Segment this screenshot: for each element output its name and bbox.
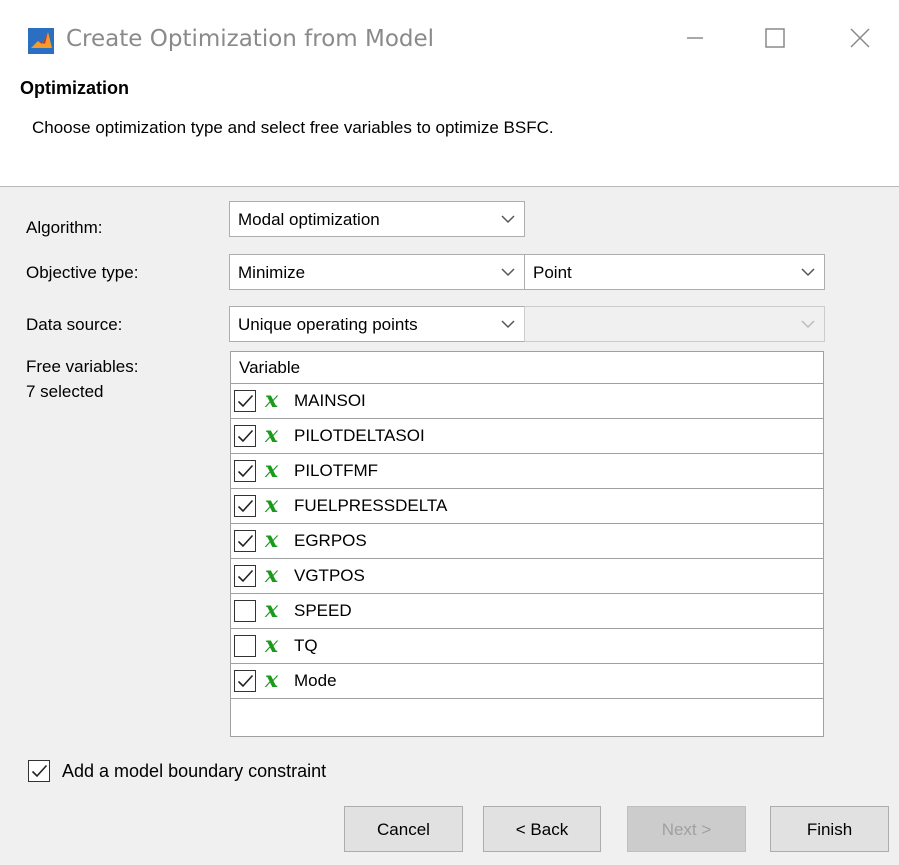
variable-checkbox[interactable] xyxy=(234,425,256,447)
dialog-window: Create Optimization from Model Optimizat… xyxy=(0,0,899,865)
chevron-down-icon xyxy=(801,268,815,277)
variable-x-icon: x xyxy=(265,632,279,658)
variable-x-icon: x xyxy=(265,422,279,448)
variable-checkbox[interactable] xyxy=(234,635,256,657)
variable-x-icon: x xyxy=(265,457,279,483)
table-row[interactable]: x SPEED xyxy=(231,594,823,629)
window-title: Create Optimization from Model xyxy=(66,26,435,52)
chevron-down-icon xyxy=(501,320,515,329)
table-body: x MAINSOI x PILOTDELTASOI x PILOTFMF x FUELPRES… xyxy=(231,384,823,699)
checkmark-icon xyxy=(237,534,254,548)
back-button[interactable]: < Back xyxy=(483,806,601,852)
wizard-header: Optimization Choose optimization type an… xyxy=(0,72,899,187)
title-bar: Create Optimization from Model xyxy=(0,0,899,72)
data-source-dropdown[interactable]: Unique operating points xyxy=(229,306,525,342)
objective-type-label: Objective type: xyxy=(26,263,139,282)
column-header-variable: Variable xyxy=(239,358,301,377)
table-row[interactable]: x FUELPRESSDELTA xyxy=(231,489,823,524)
free-variables-table[interactable]: Variable x MAINSOI x PILOTDELTASOI x PILOTFMF… xyxy=(230,351,824,737)
checkmark-icon xyxy=(237,429,254,443)
checkmark-icon xyxy=(237,499,254,513)
next-button: Next > xyxy=(627,806,746,852)
page-description: Choose optimization type and select free… xyxy=(32,118,554,137)
checkmark-icon xyxy=(237,674,254,688)
variable-name: MAINSOI xyxy=(294,391,366,410)
chevron-down-icon xyxy=(801,320,815,329)
algorithm-label: Algorithm: xyxy=(26,218,103,237)
table-row[interactable]: x Mode xyxy=(231,664,823,699)
table-row[interactable]: x VGTPOS xyxy=(231,559,823,594)
objective-type-dropdown[interactable]: Minimize xyxy=(229,254,525,290)
variable-checkbox[interactable] xyxy=(234,390,256,412)
variable-checkbox[interactable] xyxy=(234,460,256,482)
table-row[interactable]: x PILOTDELTASOI xyxy=(231,419,823,454)
variable-x-icon: x xyxy=(265,597,279,623)
variable-checkbox[interactable] xyxy=(234,600,256,622)
variable-checkbox[interactable] xyxy=(234,530,256,552)
close-icon[interactable] xyxy=(830,16,890,60)
variable-name: Mode xyxy=(294,671,337,690)
variable-checkbox[interactable] xyxy=(234,495,256,517)
data-source-value: Unique operating points xyxy=(238,315,418,334)
objective-scope-dropdown[interactable]: Point xyxy=(524,254,825,290)
checkmark-icon xyxy=(237,394,254,408)
cancel-button[interactable]: Cancel xyxy=(344,806,463,852)
chevron-down-icon xyxy=(501,268,515,277)
variable-name: VGTPOS xyxy=(294,566,365,585)
minimize-icon[interactable] xyxy=(665,16,725,60)
matlab-logo-icon xyxy=(28,28,54,54)
data-source-label: Data source: xyxy=(26,315,123,334)
variable-x-icon: x xyxy=(265,387,279,413)
objective-type-value: Minimize xyxy=(238,263,306,282)
page-title: Optimization xyxy=(20,78,129,98)
variable-x-icon: x xyxy=(265,667,279,693)
free-variables-label: Free variables: xyxy=(26,357,139,376)
variable-x-icon: x xyxy=(265,562,279,588)
free-variables-count: 7 selected xyxy=(26,382,104,401)
boundary-constraint-label: Add a model boundary constraint xyxy=(62,761,327,781)
variable-name: FUELPRESSDELTA xyxy=(294,496,448,515)
objective-scope-value: Point xyxy=(533,263,572,282)
checkmark-icon xyxy=(237,464,254,478)
variable-x-icon: x xyxy=(265,492,279,518)
table-row[interactable]: x PILOTFMF xyxy=(231,454,823,489)
checkmark-icon xyxy=(237,569,254,583)
boundary-constraint-checkbox[interactable] xyxy=(28,760,50,782)
algorithm-dropdown[interactable]: Modal optimization xyxy=(229,201,525,237)
table-row[interactable]: x MAINSOI xyxy=(231,384,823,419)
finish-button[interactable]: Finish xyxy=(770,806,889,852)
variable-name: PILOTFMF xyxy=(294,461,379,480)
variable-name: SPEED xyxy=(294,601,352,620)
chevron-down-icon xyxy=(501,215,515,224)
variable-checkbox[interactable] xyxy=(234,670,256,692)
checkmark-icon xyxy=(31,764,48,778)
variable-name: EGRPOS xyxy=(294,531,367,550)
variable-name: TQ xyxy=(294,636,318,655)
data-source-secondary-dropdown xyxy=(524,306,825,342)
table-row[interactable]: x EGRPOS xyxy=(231,524,823,559)
maximize-icon[interactable] xyxy=(745,16,805,60)
table-header[interactable]: Variable xyxy=(231,352,823,384)
table-row[interactable]: x TQ xyxy=(231,629,823,664)
variable-checkbox[interactable] xyxy=(234,565,256,587)
variable-name: PILOTDELTASOI xyxy=(294,426,425,445)
algorithm-value: Modal optimization xyxy=(238,210,380,229)
variable-x-icon: x xyxy=(265,527,279,553)
